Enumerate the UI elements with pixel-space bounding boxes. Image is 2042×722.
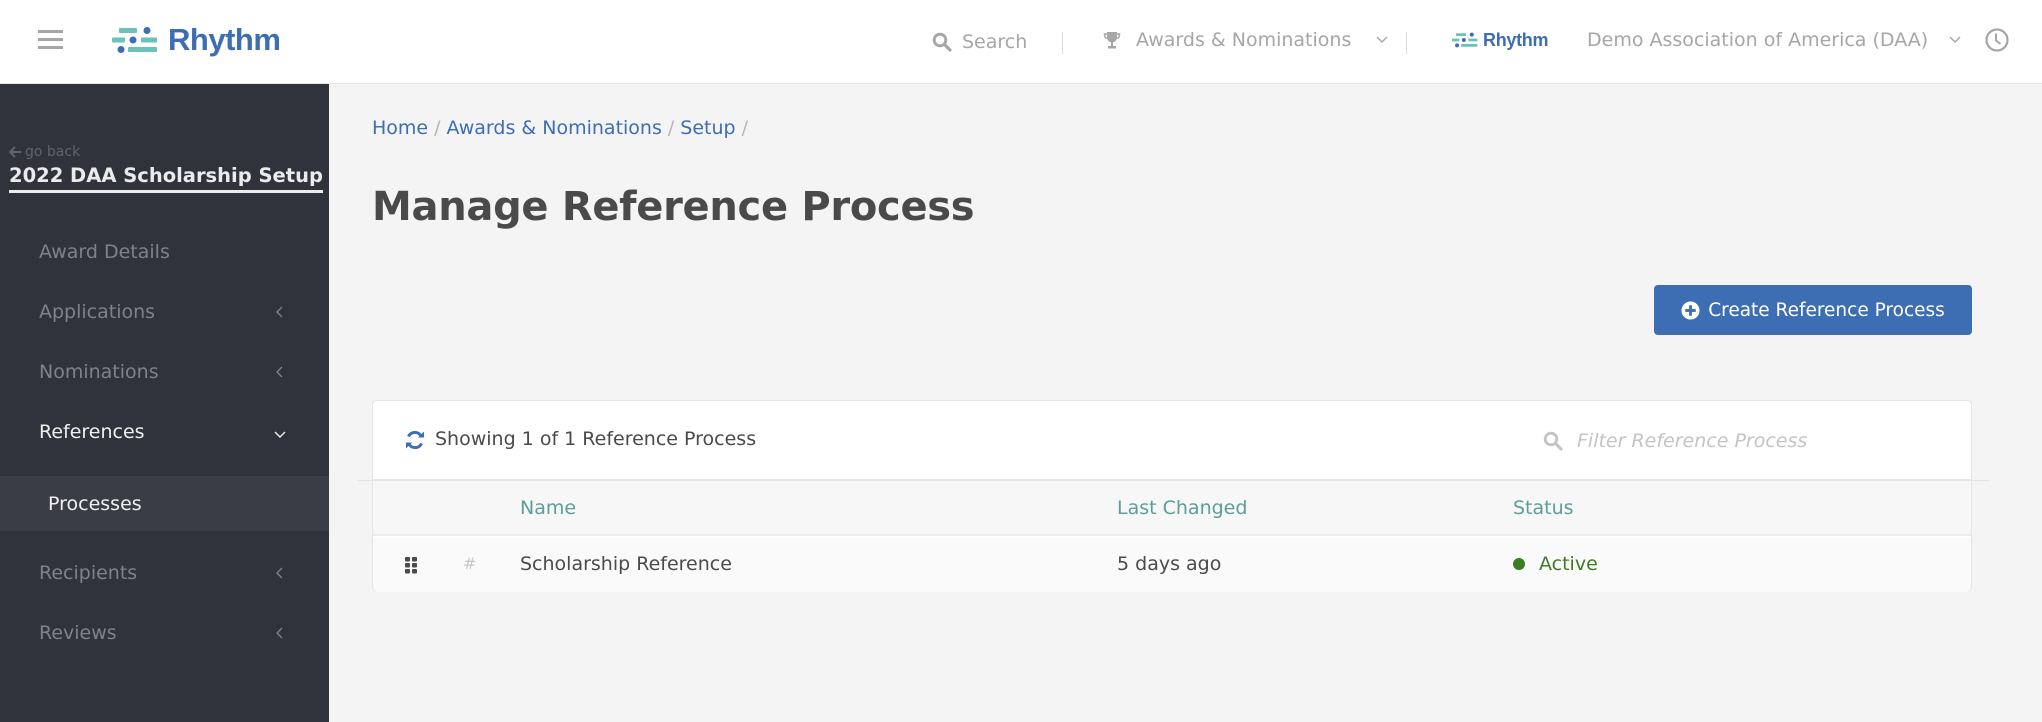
sidebar-item-award-details[interactable]: Award Details [0, 222, 329, 282]
sidebar-item-label: Recipients [39, 562, 138, 584]
chevron-left-icon [276, 627, 283, 639]
sidebar-item-label: References [39, 421, 145, 443]
clock-icon[interactable] [1984, 27, 2010, 53]
chevron-down-icon [1376, 36, 1388, 43]
column-header-last-changed[interactable]: Last Changed [1117, 497, 1247, 519]
go-back-link[interactable]: go back [9, 144, 80, 160]
rhythm-logo-text: Rhythm [168, 22, 281, 57]
panel-toolbar: Showing 1 of 1 Reference Process [373, 401, 1971, 480]
rhythm-logo-icon [112, 27, 157, 53]
header-divider [1062, 32, 1063, 54]
secondary-rhythm-logo: Rhythm [1452, 27, 1549, 53]
column-header-name[interactable]: Name [520, 497, 576, 519]
rhythm-logo-icon [1452, 32, 1478, 48]
plus-circle-icon [1681, 300, 1700, 320]
status-badge: Active [1513, 553, 1598, 575]
sidebar-item-label: Nominations [39, 361, 159, 383]
header-search[interactable]: Search [932, 28, 1027, 56]
breadcrumb-separator: / [667, 117, 675, 139]
breadcrumb-separator: / [741, 117, 748, 139]
chevron-left-icon [276, 366, 283, 378]
table-header: Name Last Changed Status [373, 481, 1971, 536]
search-icon [932, 32, 952, 52]
arrow-left-icon [9, 146, 21, 158]
row-name[interactable]: Scholarship Reference [520, 553, 732, 575]
column-header-status[interactable]: Status [1513, 497, 1574, 519]
breadcrumb-setup[interactable]: Setup [680, 117, 735, 139]
page-title: Manage Reference Process [372, 184, 975, 230]
chevron-down-icon [1949, 36, 1961, 43]
breadcrumb-home[interactable]: Home [372, 117, 428, 139]
organization-switcher[interactable]: Demo Association of America (DAA) [1587, 26, 1962, 54]
sidebar-item-label: Award Details [39, 241, 170, 263]
reference-process-panel: Showing 1 of 1 Reference Process Name La… [357, 400, 1989, 592]
row-last-changed: 5 days ago [1117, 553, 1222, 575]
sidebar-item-nominations[interactable]: Nominations [0, 342, 329, 402]
refresh-icon[interactable] [405, 429, 425, 451]
filter-reference-process-input[interactable] [1577, 430, 1917, 452]
breadcrumb-separator: / [434, 117, 441, 139]
breadcrumb: Home / Awards & Nominations / Setup / [372, 117, 748, 139]
table-row[interactable]: # Scholarship Reference 5 days ago Activ… [373, 538, 1971, 592]
create-reference-process-label: Create Reference Process [1708, 299, 1945, 321]
create-reference-process-button[interactable]: Create Reference Process [1654, 285, 1972, 335]
sidebar-item-recipients[interactable]: Recipients [0, 543, 329, 603]
module-switcher[interactable]: Awards & Nominations [1102, 26, 1389, 54]
sidebar: go back 2022 DAA Scholarship Setup Award… [0, 84, 329, 722]
chevron-left-icon [276, 306, 283, 318]
sidebar-item-reviews[interactable]: Reviews [0, 603, 329, 663]
setup-title[interactable]: 2022 DAA Scholarship Setup [9, 164, 323, 193]
trophy-icon [1103, 32, 1121, 49]
status-label: Active [1539, 553, 1598, 575]
sidebar-item-label: Reviews [39, 622, 117, 644]
filter-box [1543, 425, 1943, 457]
sidebar-item-label: Applications [39, 301, 156, 323]
sidebar-item-applications[interactable]: Applications [0, 282, 329, 342]
drag-handle-icon[interactable] [404, 556, 418, 574]
search-icon [1543, 431, 1563, 451]
row-order-hash: # [463, 554, 477, 573]
header-search-label: Search [962, 31, 1028, 53]
status-dot-icon [1513, 558, 1525, 570]
showing-count-text: Showing 1 of 1 Reference Process [435, 428, 757, 450]
organization-name: Demo Association of America (DAA) [1587, 29, 1929, 51]
module-switcher-label: Awards & Nominations [1136, 29, 1352, 51]
top-header: Rhythm Search Awards & Nominations Rhyth… [0, 0, 2042, 84]
breadcrumb-awards-nominations[interactable]: Awards & Nominations [447, 117, 662, 139]
go-back-label: go back [25, 144, 81, 160]
chevron-down-icon [274, 431, 286, 438]
secondary-rhythm-logo-text: Rhythm [1483, 29, 1549, 50]
chevron-left-icon [276, 567, 283, 579]
header-divider [1406, 32, 1407, 54]
sidebar-subitem-label: Processes [48, 492, 142, 515]
hamburger-menu-icon[interactable] [38, 30, 64, 50]
sidebar-subitem-processes[interactable]: Processes [0, 476, 329, 531]
sidebar-item-references[interactable]: References [0, 402, 329, 462]
rhythm-logo[interactable]: Rhythm [112, 20, 281, 60]
